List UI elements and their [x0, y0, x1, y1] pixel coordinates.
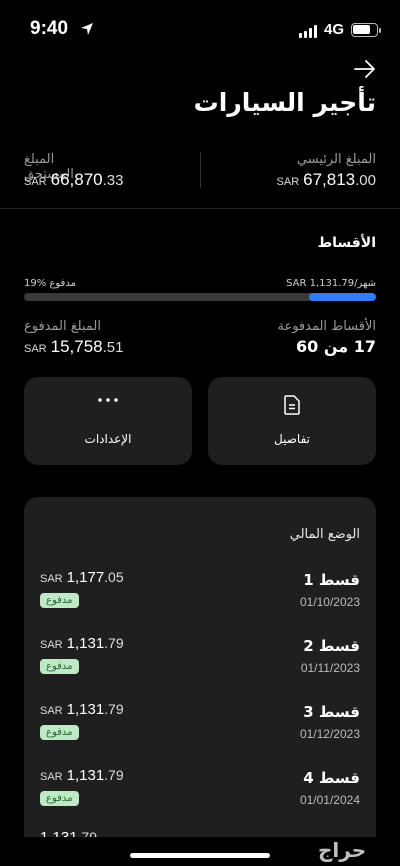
status-badge: مدفوع: [40, 725, 79, 740]
details-button[interactable]: تفاصيل: [208, 377, 376, 465]
installment-name: قسط 4: [303, 769, 360, 787]
installment-amount: SAR 1,131.79: [40, 767, 124, 784]
installment-date: 01/10/2023: [299, 595, 360, 609]
principal-amount: SAR 67,813.00: [276, 170, 376, 189]
installment-name: قسط 2: [303, 637, 360, 655]
principal-label: المبلغ الرئيسي: [296, 152, 376, 167]
page-title: تأجير السيارات: [193, 88, 376, 117]
section-divider: [0, 208, 400, 209]
installment-row[interactable]: قسط 3 01/12/2023 SAR 1,131.79 مدفوع: [24, 697, 376, 763]
document-icon: [284, 395, 300, 415]
status-badge: مدفوع: [40, 791, 79, 806]
settings-label: الإعدادات: [84, 432, 132, 446]
installment-date: 01/11/2023: [300, 661, 360, 675]
paid-amount-label: المبلغ المدفوع: [24, 319, 101, 334]
monthly-amount-label: SAR 1,131.79/شهر: [286, 278, 376, 289]
signal-icon: [299, 24, 317, 38]
installment-row[interactable]: قسط 2 01/11/2023 SAR 1,131.79 مدفوع: [24, 631, 376, 697]
settings-button[interactable]: الإعدادات: [24, 377, 192, 465]
financial-status-title: الوضع المالي: [289, 527, 360, 542]
status-time: 9:40: [30, 18, 69, 39]
battery-icon: [351, 23, 381, 37]
installment-amount: SAR 1,131.79: [40, 701, 124, 718]
status-badge: مدفوع: [40, 593, 79, 608]
installment-name: قسط 3: [303, 703, 360, 721]
installment-amount: SAR 1,177.05: [40, 569, 124, 586]
installments-title: الأقساط: [317, 235, 376, 251]
installment-row[interactable]: قسط 1 01/10/2023 SAR 1,177.05 مدفوع: [24, 565, 376, 631]
installment-date: 01/12/2023: [299, 727, 360, 741]
paid-count-label: الأقساط المدفوعة: [277, 319, 376, 334]
installment-row[interactable]: قسط 4 01/01/2024 SAR 1,131.79 مدفوع: [24, 763, 376, 829]
paid-amount: SAR 15,758.51: [24, 337, 124, 356]
summary-divider: [200, 152, 201, 188]
home-indicator[interactable]: [130, 853, 270, 858]
status-badge: مدفوع: [40, 659, 79, 674]
installment-amount: 1,131.79: [40, 829, 98, 837]
more-dots-icon: [98, 398, 118, 402]
installment-row[interactable]: 1,131.79: [24, 825, 376, 837]
due-amount: SAR 66,870.33: [24, 170, 124, 189]
installment-name: قسط 1: [303, 571, 360, 589]
details-label: تفاصيل: [274, 432, 310, 446]
paid-count-value: 17 من 60: [296, 337, 376, 356]
status-bar: 9:40 4G: [0, 0, 400, 60]
network-label: 4G: [324, 21, 345, 38]
watermark-logo: حراج: [318, 838, 367, 862]
installments-progress-bar: [24, 293, 376, 301]
location-arrow-icon: [81, 23, 93, 35]
installment-amount: SAR 1,131.79: [40, 635, 124, 652]
back-arrow-icon[interactable]: [354, 60, 376, 78]
installment-date: 01/01/2024: [299, 793, 360, 807]
progress-fill: [309, 293, 376, 301]
paid-percent-label: 19% مدفوع: [24, 278, 76, 289]
financial-status-panel: الوضع المالي قسط 1 01/10/2023 SAR 1,177.…: [24, 497, 376, 837]
